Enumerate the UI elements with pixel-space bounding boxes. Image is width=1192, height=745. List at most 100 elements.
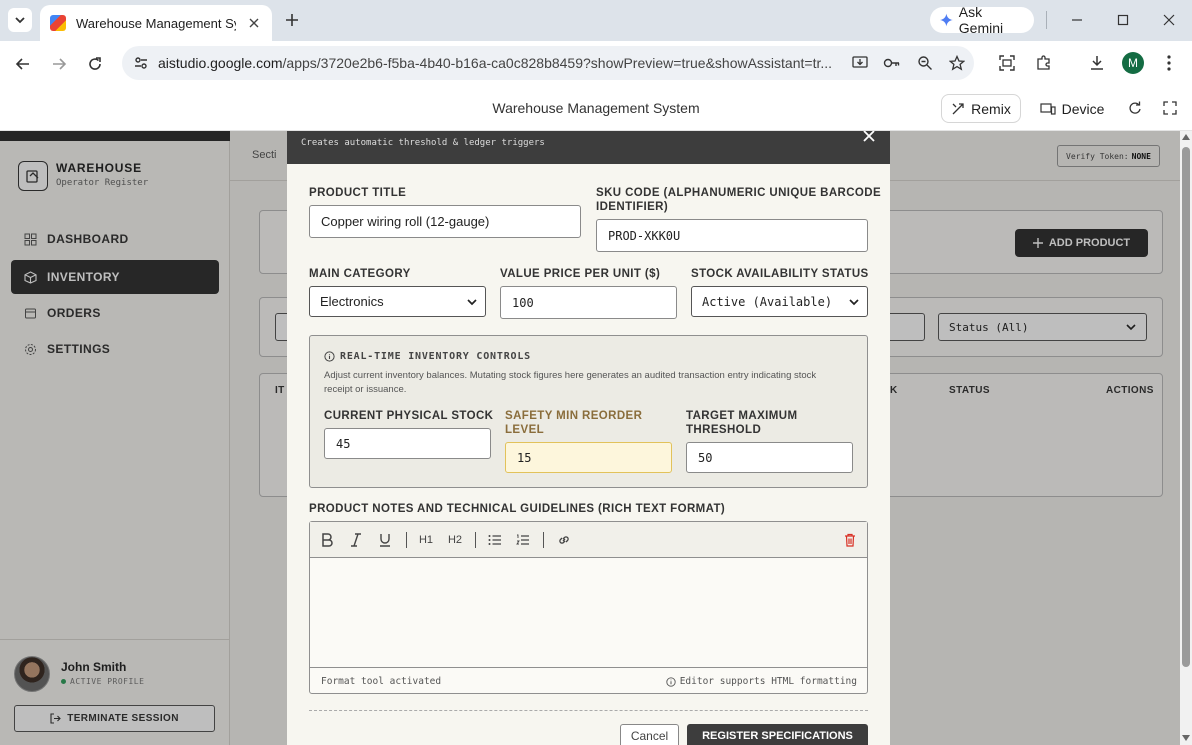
scrollbar-thumb[interactable]	[1182, 147, 1190, 667]
notes-label: PRODUCT NOTES AND TECHNICAL GUIDELINES (…	[309, 503, 726, 515]
heading-1-button[interactable]: H1	[417, 531, 435, 549]
availability-label: STOCK AVAILABILITY STATUS	[691, 268, 869, 280]
sku-label-line1: SKU CODE (ALPHANUMERIC UNIQUE BARCODE	[596, 187, 882, 199]
ask-gemini-button[interactable]: Ask Gemini	[930, 4, 1034, 36]
italic-icon	[351, 533, 361, 547]
minimize-button[interactable]	[1067, 10, 1087, 30]
profile-avatar[interactable]: M	[1122, 52, 1144, 74]
editor-content-area[interactable]	[310, 558, 867, 667]
sku-label: SKU CODE (ALPHANUMERIC UNIQUE BARCODE ID…	[596, 186, 881, 214]
close-icon	[1163, 14, 1175, 26]
bullet-list-icon	[488, 535, 501, 545]
info-icon	[666, 676, 676, 687]
min-reorder-label: SAFETY MIN REORDER LEVEL	[505, 409, 642, 437]
editor-footer: Format tool activated Editor supports HT…	[310, 667, 867, 693]
min-reorder-input[interactable]: 15	[505, 442, 672, 473]
numbered-list-button[interactable]	[514, 531, 532, 549]
close-window-button[interactable]	[1159, 10, 1179, 30]
max-threshold-label-line2: THRESHOLD	[686, 424, 762, 436]
sku-label-line2: IDENTIFIER)	[596, 201, 669, 213]
minimize-icon	[1072, 19, 1082, 21]
max-threshold-label: TARGET MAXIMUM THRESHOLD	[686, 409, 797, 437]
modal-close-button[interactable]	[861, 131, 877, 144]
forward-button[interactable]	[47, 52, 71, 76]
tab-search-button[interactable]	[8, 8, 32, 32]
product-title-label: PRODUCT TITLE	[309, 187, 407, 199]
underline-button[interactable]	[376, 531, 394, 549]
browser-menu-button[interactable]	[1158, 52, 1180, 74]
category-label: MAIN CATEGORY	[309, 268, 411, 280]
category-select[interactable]: Electronics	[309, 286, 486, 317]
new-tab-button[interactable]	[282, 10, 302, 30]
maximize-button[interactable]	[1113, 10, 1133, 30]
toolbar-divider	[543, 532, 544, 548]
reload-button[interactable]	[83, 52, 107, 76]
back-button[interactable]	[11, 52, 35, 76]
clear-content-button[interactable]	[841, 531, 859, 549]
scroll-up-arrow-icon[interactable]	[1182, 134, 1190, 140]
numbered-list-icon	[516, 534, 529, 545]
screenshot-button[interactable]	[996, 52, 1018, 74]
address-bar[interactable]: aistudio.google.com/apps/3720e2b6-f5ba-4…	[122, 46, 974, 80]
editor-toolbar: H1 H2	[310, 522, 867, 558]
link-icon	[559, 536, 569, 544]
inventory-controls-title: REAL-TIME INVENTORY CONTROLS	[324, 351, 531, 362]
trash-icon	[845, 533, 855, 547]
availability-select[interactable]: Active (Available)	[691, 286, 868, 317]
close-icon	[249, 18, 259, 28]
device-label: Device	[1061, 100, 1105, 117]
bullet-list-button[interactable]	[486, 531, 504, 549]
bold-icon	[322, 533, 333, 547]
modal-header: Creates automatic threshold & ledger tri…	[287, 131, 890, 164]
category-value: Electronics	[320, 294, 384, 309]
max-threshold-input[interactable]: 50	[686, 442, 853, 473]
inventory-controls-panel: REAL-TIME INVENTORY CONTROLS Adjust curr…	[309, 335, 868, 488]
plus-icon	[286, 14, 298, 26]
tab-title: Warehouse Management System	[76, 15, 236, 31]
chevron-down-icon	[849, 298, 859, 305]
cancel-button[interactable]: Cancel	[620, 724, 679, 745]
register-specifications-button[interactable]: REGISTER SPECIFICATIONS	[687, 724, 868, 745]
toolbar-divider	[406, 532, 407, 548]
fullscreen-button[interactable]	[1162, 100, 1178, 116]
editor-hint-text: Editor supports HTML formatting	[679, 676, 857, 687]
heading-2-button[interactable]: H2	[446, 531, 464, 549]
bookmark-star-icon[interactable]	[948, 54, 966, 72]
bold-button[interactable]	[318, 531, 336, 549]
price-input[interactable]: 100	[500, 286, 677, 319]
min-reorder-label-line2: LEVEL	[505, 424, 545, 436]
site-settings-icon[interactable]	[132, 54, 150, 72]
remix-icon	[952, 102, 964, 114]
capture-icon	[999, 55, 1015, 71]
scroll-down-arrow-icon[interactable]	[1182, 735, 1190, 741]
editor-status-text: Format tool activated	[321, 676, 442, 687]
puzzle-icon	[1037, 55, 1050, 70]
password-key-icon[interactable]	[883, 54, 901, 72]
chevron-down-icon	[467, 298, 477, 305]
toolbar-divider	[475, 532, 476, 548]
close-tab-button[interactable]	[246, 15, 262, 31]
refresh-preview-button[interactable]	[1127, 100, 1143, 116]
ai-studio-favicon-icon	[50, 15, 66, 31]
availability-value: Active (Available)	[702, 294, 833, 309]
zoom-icon[interactable]	[916, 54, 934, 72]
current-stock-label: CURRENT PHYSICAL STOCK	[324, 410, 494, 422]
device-button[interactable]: Device	[1032, 94, 1112, 123]
inventory-controls-title-text: REAL-TIME INVENTORY CONTROLS	[340, 351, 531, 362]
product-title-input[interactable]: Copper wiring roll (12-gauge)	[309, 205, 581, 238]
extensions-button[interactable]	[1033, 52, 1055, 74]
browser-tab[interactable]: Warehouse Management System	[40, 5, 272, 41]
url-host: aistudio.google.com	[158, 55, 283, 71]
downloads-button[interactable]	[1086, 52, 1108, 74]
link-button[interactable]	[555, 531, 573, 549]
browser-tab-bar: Warehouse Management System Ask Gemini	[0, 0, 1192, 41]
download-icon	[1091, 56, 1103, 70]
remix-button[interactable]: Remix	[941, 94, 1021, 123]
install-app-icon[interactable]	[851, 54, 869, 72]
italic-button[interactable]	[347, 531, 365, 549]
kebab-menu-icon	[1167, 55, 1171, 71]
page-scrollbar[interactable]	[1180, 131, 1192, 745]
modal-subtitle: Creates automatic threshold & ledger tri…	[301, 138, 545, 148]
current-stock-input[interactable]: 45	[324, 428, 491, 459]
sku-input[interactable]: PROD-XKK0U	[596, 219, 868, 252]
